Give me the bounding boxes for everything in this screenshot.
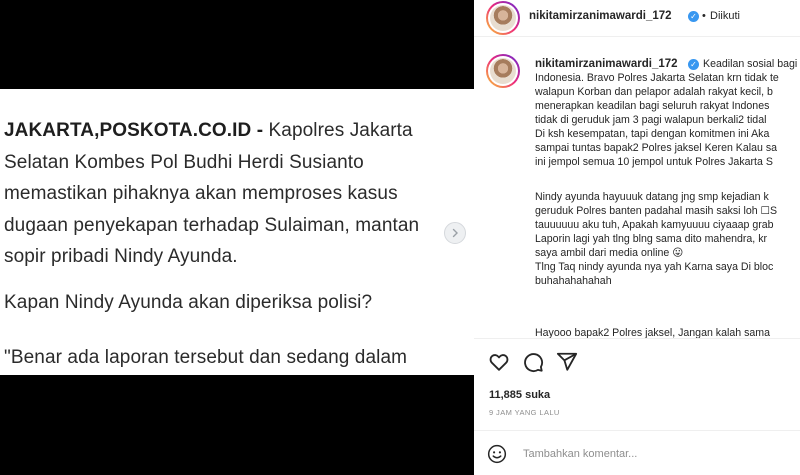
caption-line: Di ksh kesempatan, tapi dengan komitmen … [535, 128, 770, 140]
avatar[interactable] [486, 1, 520, 35]
caption-line: Nindy ayunda hayuuuk datang jng smp keja… [535, 191, 769, 203]
caption-line: Laporin lagi yah tlng blng sama dito mah… [535, 233, 768, 245]
caption-line: Indonesia. Bravo Polres Jakarta Selatan … [535, 72, 779, 84]
caption-line: tauuuuuu aku tuh, Apakah kamyuuuu ciyaaa… [535, 219, 774, 231]
caption-line: geruduk Polres banten padahal masih saks… [535, 205, 778, 217]
article-source: JAKARTA,POSKOTA.CO.ID - [4, 120, 264, 141]
article-line: memastikan pihaknya akan memproses kasus [4, 183, 398, 204]
comment-icon[interactable] [522, 351, 544, 373]
separator-dot: • [702, 10, 706, 22]
caption-line: buhahahahahah [535, 275, 612, 287]
post-media: JAKARTA,POSKOTA.CO.ID - Kapolres Jakarta… [0, 0, 474, 475]
article-line: dugaan penyekapan terhadap Sulaiman, man… [4, 214, 420, 236]
article-line: Kapolres Jakarta [263, 120, 413, 141]
media-letterbox-top [0, 0, 474, 89]
caption-line: Tlng Taq nindy ayunda nya yah Karna saya… [535, 261, 774, 273]
article-paragraph-3: "Benar ada laporan tersebut dan sedang d… [4, 347, 408, 368]
post-actions: 11,885 suka 9 JAM YANG LALU [474, 338, 800, 430]
caption-line: walapun Korban dan pelapor adalah rakyat… [535, 86, 773, 98]
heart-icon[interactable] [488, 351, 510, 373]
caption-line: ini jempol semua 10 jempol untuk Polres … [535, 156, 773, 168]
header-username[interactable]: nikitamirzanimawardi_172 [529, 10, 672, 22]
caption-line: saya ambil dari media online 😛 [535, 247, 684, 259]
caption-line: tidak di geruduk jam 3 pagi walapun berk… [535, 114, 767, 126]
caption-username[interactable]: nikitamirzanimawardi_172 [535, 58, 678, 70]
caption-first-line: Keadilan sosial bagi [703, 58, 798, 70]
article-paragraph-1: JAKARTA,POSKOTA.CO.ID - Kapolres Jakarta… [4, 115, 464, 273]
post-side-panel: nikitamirzanimawardi_172 ✓ • Diikuti nik… [474, 0, 800, 475]
post-timestamp: 9 JAM YANG LALU [489, 408, 560, 417]
article-screenshot-image: JAKARTA,POSKOTA.CO.ID - Kapolres Jakarta… [0, 89, 474, 375]
caption-section: nikitamirzanimawardi_172 ✓ Keadilan sosi… [474, 37, 800, 338]
likes-count[interactable]: 11,885 suka [489, 389, 550, 401]
media-letterbox-bottom [0, 375, 474, 475]
chevron-right-icon [452, 228, 458, 238]
following-button[interactable]: Diikuti [710, 10, 740, 22]
share-icon[interactable] [556, 351, 578, 373]
verified-icon: ✓ [688, 11, 699, 22]
caption-line: menerapkan keadilan bagi seluruh rakyat … [535, 100, 770, 112]
add-comment-bar [474, 430, 800, 475]
article-paragraph-2: Kapan Nindy Ayunda akan diperiksa polisi… [4, 292, 373, 313]
caption-avatar[interactable] [486, 54, 520, 88]
emoji-icon[interactable] [487, 444, 507, 464]
article-line: Selatan Kombes Pol Budhi Herdi Susianto [4, 151, 364, 173]
post-header: nikitamirzanimawardi_172 ✓ • Diikuti [474, 0, 800, 37]
verified-icon: ✓ [688, 59, 699, 70]
carousel-next-button[interactable] [444, 222, 466, 244]
caption-line: sampai tuntas bapak2 Polres jaksel Keren… [535, 142, 778, 154]
article-line: sopir pribadi Nindy Ayunda. [4, 246, 238, 267]
caption-line: Hayooo bapak2 Polres jaksel, Jangan kala… [535, 327, 770, 338]
comment-input[interactable] [523, 444, 793, 464]
